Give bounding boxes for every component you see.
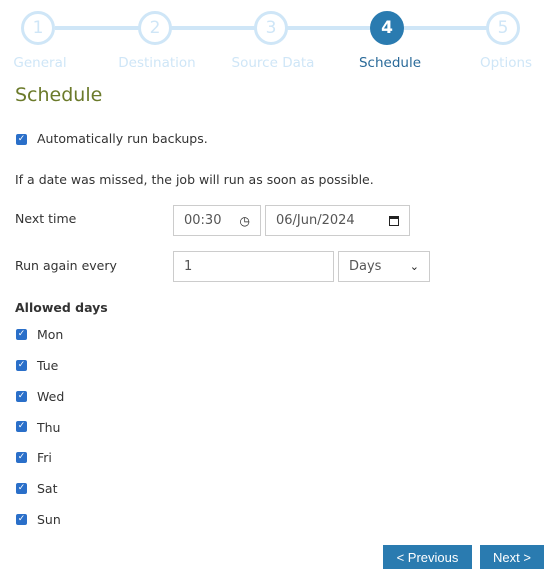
next-time-input[interactable]: 00:30 ◷: [173, 205, 261, 236]
day-label: Sun: [37, 512, 61, 527]
day-checkbox-sun[interactable]: ✓: [16, 514, 27, 525]
previous-button[interactable]: < Previous: [383, 545, 472, 569]
day-checkbox-tue[interactable]: ✓: [16, 360, 27, 371]
run-again-input[interactable]: 1: [173, 251, 334, 282]
run-again-label: Run again every: [15, 258, 117, 273]
step-2-label[interactable]: Destination: [97, 55, 217, 71]
unit-value: Days: [349, 259, 382, 274]
allowed-days-label: Allowed days: [15, 300, 108, 315]
day-label: Thu: [37, 420, 61, 435]
step-3-circle[interactable]: 3: [254, 11, 288, 45]
step-1-label[interactable]: General: [0, 55, 100, 71]
day-label: Sat: [37, 481, 58, 496]
missed-note: If a date was missed, the job will run a…: [15, 172, 374, 187]
day-label: Fri: [37, 450, 52, 465]
day-checkbox-sat[interactable]: ✓: [16, 483, 27, 494]
date-value: 06/Jun/2024: [276, 213, 355, 228]
next-date-input[interactable]: 06/Jun/2024: [265, 205, 410, 236]
step-4-circle[interactable]: 4: [370, 11, 404, 45]
next-button[interactable]: Next >: [480, 545, 544, 569]
clock-icon[interactable]: ◷: [240, 214, 250, 228]
run-again-value: 1: [184, 259, 193, 274]
step-5-circle[interactable]: 5: [486, 11, 520, 45]
step-1-circle[interactable]: 1: [21, 11, 55, 45]
step-5-label[interactable]: Options: [446, 55, 553, 71]
day-checkbox-thu[interactable]: ✓: [16, 421, 27, 432]
step-4-label[interactable]: Schedule: [330, 55, 450, 71]
step-2-circle[interactable]: 2: [138, 11, 172, 45]
time-value: 00:30: [184, 213, 222, 228]
day-label: Mon: [37, 327, 64, 342]
run-again-unit-select[interactable]: Days ⌄: [338, 251, 430, 282]
day-checkbox-wed[interactable]: ✓: [16, 391, 27, 402]
chevron-down-icon: ⌄: [409, 260, 419, 273]
day-label: Wed: [37, 389, 65, 404]
day-checkbox-mon[interactable]: ✓: [16, 329, 27, 340]
step-3-label[interactable]: Source Data: [213, 55, 333, 71]
day-label: Tue: [37, 358, 59, 373]
auto-run-label: Automatically run backups.: [37, 131, 208, 146]
page-title: Schedule: [15, 84, 103, 106]
next-time-label: Next time: [15, 211, 77, 226]
auto-run-checkbox[interactable]: ✓: [16, 134, 27, 145]
calendar-icon[interactable]: [389, 215, 399, 226]
day-checkbox-fri[interactable]: ✓: [16, 452, 27, 463]
